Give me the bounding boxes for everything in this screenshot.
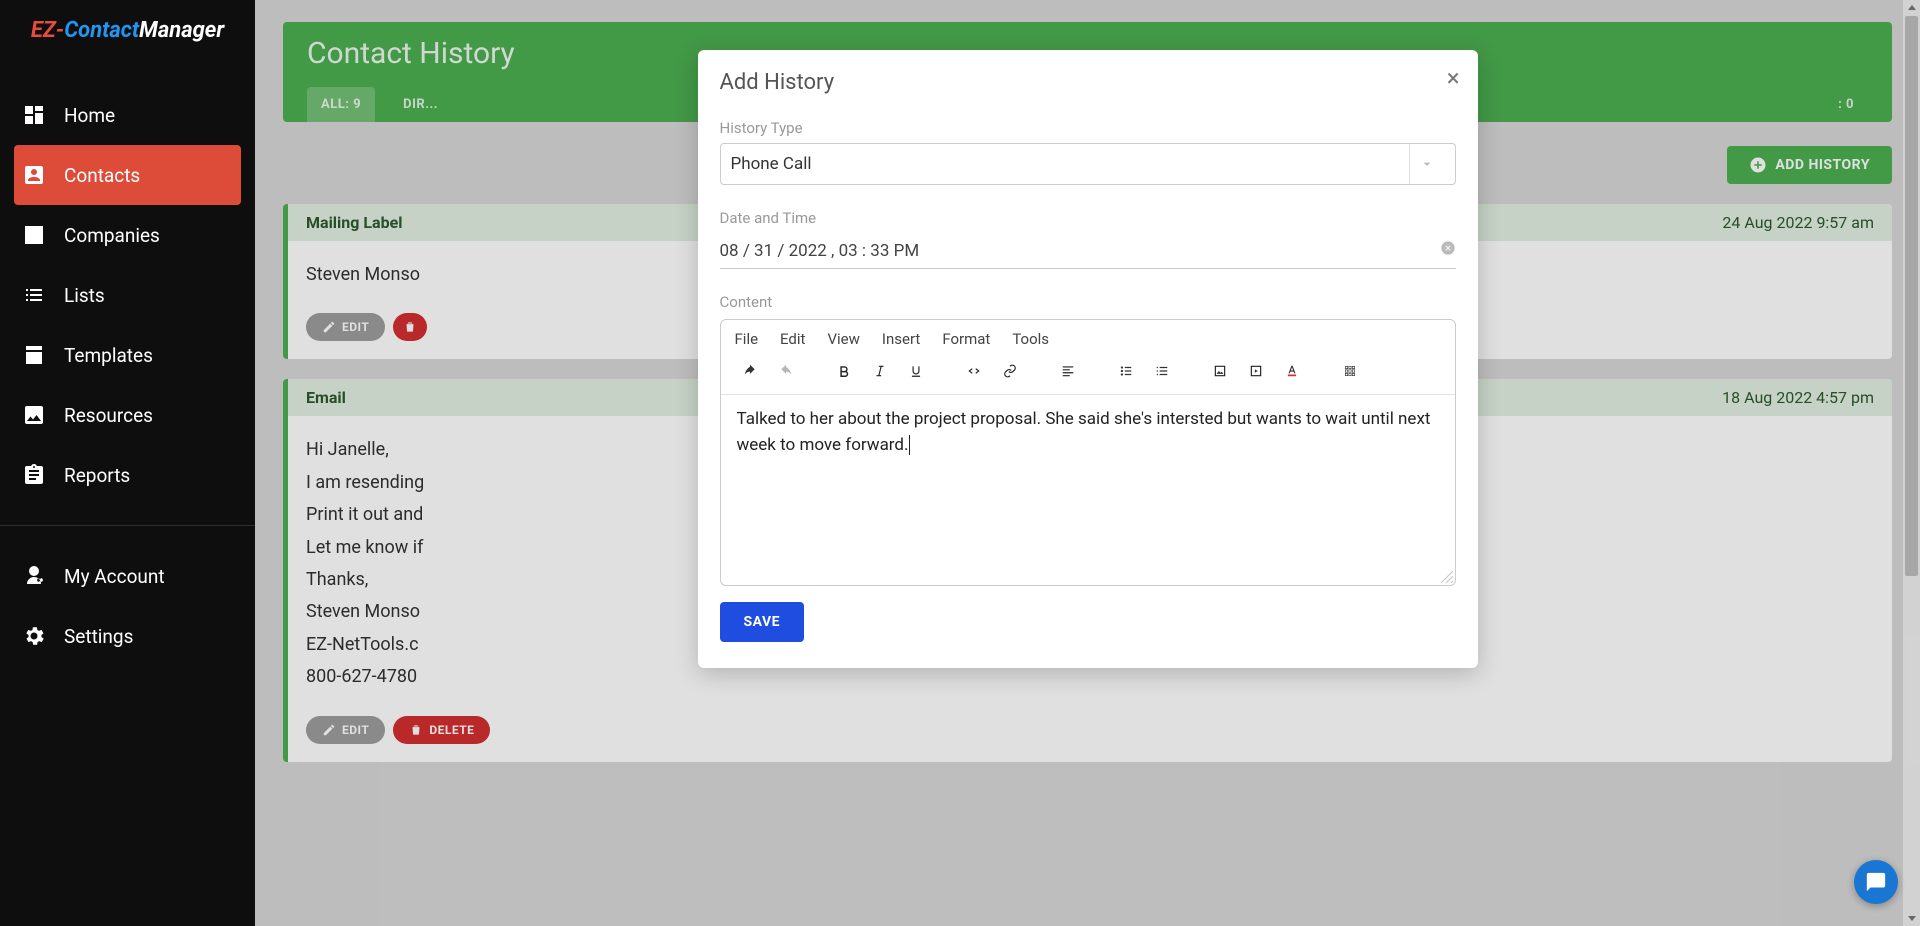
- sidebar-item-label: Contacts: [64, 164, 140, 187]
- brand-logo: EZ-ContactManager: [0, 0, 255, 60]
- datetime-value: 08 / 31 / 2022 , 03 : 33 PM: [720, 241, 920, 261]
- editor-toolbar: [721, 358, 1455, 395]
- menu-edit[interactable]: Edit: [780, 330, 805, 348]
- sidebar-item-companies[interactable]: Companies: [0, 205, 255, 265]
- history-type-value: Phone Call: [731, 154, 812, 174]
- editor-text: Talked to her about the project proposal…: [737, 409, 1431, 455]
- italic-icon[interactable]: [867, 358, 893, 384]
- menu-format[interactable]: Format: [942, 330, 990, 348]
- sidebar-item-templates[interactable]: Templates: [0, 325, 255, 385]
- menu-view[interactable]: View: [827, 330, 859, 348]
- clear-icon[interactable]: [1440, 240, 1456, 261]
- sidebar-item-my-account[interactable]: My Account: [0, 546, 255, 606]
- divider: [0, 525, 255, 526]
- rich-text-editor: File Edit View Insert Format Tools: [720, 319, 1456, 586]
- menu-file[interactable]: File: [735, 330, 759, 348]
- image-icon: [22, 403, 46, 427]
- modal-title: Add History: [720, 70, 1456, 95]
- add-history-modal: Add History × History Type Phone Call Da…: [698, 50, 1478, 668]
- template-icon: [22, 343, 46, 367]
- gear-icon: [22, 624, 46, 648]
- bullet-list-icon[interactable]: [1113, 358, 1139, 384]
- sidebar-item-contacts[interactable]: Contacts: [14, 145, 241, 205]
- sidebar-item-label: Templates: [64, 344, 153, 367]
- sidebar-nav-bottom: My Account Settings: [0, 546, 255, 666]
- editor-content[interactable]: Talked to her about the project proposal…: [721, 395, 1455, 585]
- underline-icon[interactable]: [903, 358, 929, 384]
- datetime-label: Date and Time: [720, 209, 1456, 227]
- code-icon[interactable]: [961, 358, 987, 384]
- sidebar-item-label: Lists: [64, 284, 105, 307]
- user-gear-icon: [22, 564, 46, 588]
- sidebar-item-reports[interactable]: Reports: [0, 445, 255, 505]
- chat-icon: [1865, 871, 1887, 893]
- building-icon: [22, 223, 46, 247]
- undo-icon[interactable]: [737, 358, 763, 384]
- clipboard-icon: [22, 463, 46, 487]
- redo-icon[interactable]: [773, 358, 799, 384]
- sidebar-item-lists[interactable]: Lists: [0, 265, 255, 325]
- sidebar-item-label: Companies: [64, 224, 160, 247]
- dashboard-icon: [22, 103, 46, 127]
- number-list-icon[interactable]: [1149, 358, 1175, 384]
- link-icon[interactable]: [997, 358, 1023, 384]
- datetime-input[interactable]: 08 / 31 / 2022 , 03 : 33 PM: [720, 233, 1456, 269]
- align-dropdown-icon[interactable]: [1091, 358, 1103, 384]
- media-icon[interactable]: [1243, 358, 1269, 384]
- sidebar-item-label: Resources: [64, 404, 153, 427]
- sidebar-item-resources[interactable]: Resources: [0, 385, 255, 445]
- sidebar-item-label: Home: [64, 104, 115, 127]
- modal-overlay[interactable]: Add History × History Type Phone Call Da…: [255, 0, 1920, 926]
- editor-menubar: File Edit View Insert Format Tools: [721, 320, 1455, 358]
- sidebar-nav: Home Contacts Companies Lists Templates …: [0, 85, 255, 505]
- content-label: Content: [720, 293, 1456, 311]
- list-icon: [22, 283, 46, 307]
- image-icon[interactable]: [1207, 358, 1233, 384]
- main: Contact History ALL: 9 DIR... : 0 ADD HI…: [255, 0, 1920, 926]
- align-icon[interactable]: [1055, 358, 1081, 384]
- sidebar-item-label: Settings: [64, 625, 133, 648]
- save-button[interactable]: SAVE: [720, 602, 805, 642]
- resize-handle-icon[interactable]: [1439, 569, 1453, 583]
- sidebar-item-home[interactable]: Home: [0, 85, 255, 145]
- history-type-select[interactable]: Phone Call: [720, 143, 1456, 185]
- bold-icon[interactable]: [831, 358, 857, 384]
- special-char-icon[interactable]: [1337, 358, 1363, 384]
- chevron-down-icon: [1409, 144, 1445, 184]
- history-type-label: History Type: [720, 119, 1456, 137]
- sidebar-item-label: Reports: [64, 464, 130, 487]
- text-color-icon[interactable]: [1279, 358, 1305, 384]
- menu-insert[interactable]: Insert: [882, 330, 920, 348]
- menu-tools[interactable]: Tools: [1012, 330, 1049, 348]
- sidebar-item-settings[interactable]: Settings: [0, 606, 255, 666]
- sidebar-item-label: My Account: [64, 565, 165, 588]
- sidebar: EZ-ContactManager Home Contacts Companie…: [0, 0, 255, 926]
- text-color-dropdown-icon[interactable]: [1315, 358, 1327, 384]
- contacts-icon: [22, 163, 46, 187]
- close-icon[interactable]: ×: [1447, 66, 1460, 90]
- chat-fab[interactable]: [1854, 860, 1898, 904]
